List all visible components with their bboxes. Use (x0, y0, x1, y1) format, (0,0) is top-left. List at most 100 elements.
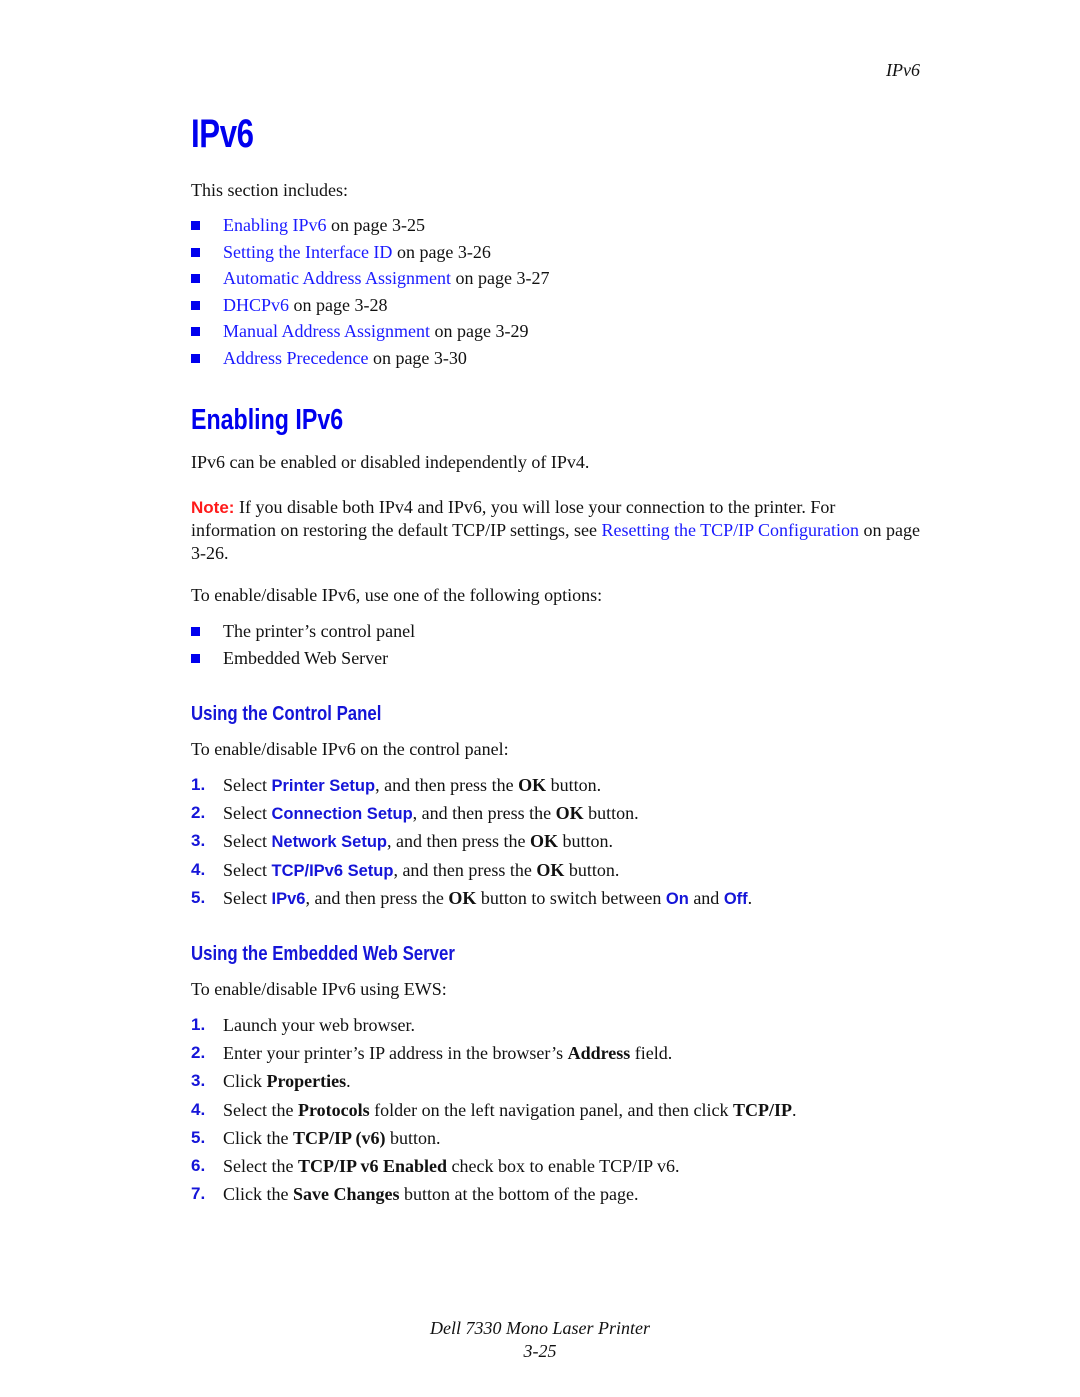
step-item: 5. Click the TCP/IP (v6) button. (191, 1124, 797, 1152)
step-item: 6. Select the TCP/IP v6 Enabled check box… (191, 1152, 797, 1180)
toc-page-ref: on page 3-26 (392, 241, 491, 262)
step-text: Select (223, 831, 272, 852)
step-text: Click the (223, 1127, 293, 1148)
step-text: , and then press the (387, 831, 530, 852)
step-text: . (346, 1071, 351, 1092)
toc-item: Manual Address Assignment on page 3-29 (191, 318, 549, 345)
step-text: button. (385, 1127, 441, 1148)
step-text: and (688, 887, 724, 908)
step-text: Select (223, 775, 272, 795)
step-text: Click the (223, 1184, 293, 1205)
toc-link-enabling-ipv6[interactable]: Enabling IPv6 (223, 215, 327, 235)
bullet-square-icon (191, 627, 200, 636)
footer-product-name: Dell 7330 Mono Laser Printer (430, 1318, 650, 1338)
toc-item: Automatic Address Assignment on page 3-2… (191, 265, 549, 292)
bold-term: TCP/IP (733, 1099, 793, 1120)
toc-page-ref: on page 3-29 (430, 321, 529, 341)
step-number: 7. (191, 1184, 206, 1204)
option-text: The printer’s control panel (223, 621, 416, 641)
step-text: button. (558, 831, 614, 852)
control-panel-steps: 1. Select Printer Setup, and then press t… (191, 771, 752, 912)
step-item: 3. Click Properties. (191, 1067, 797, 1095)
step-item: 5. Select IPv6, and then press the OK but… (191, 884, 752, 912)
step-text: Select (223, 859, 272, 880)
note-paragraph: Note: If you disable both IPv4 and IPv6,… (191, 496, 921, 565)
toc-item: Address Precedence on page 3-30 (191, 345, 549, 372)
step-text: Launch your web browser. (223, 1015, 415, 1035)
step-item: 1. Launch your web browser. (191, 1011, 797, 1039)
bold-term: OK (448, 887, 477, 908)
step-text: Select (223, 887, 272, 908)
step-number: 1. (191, 1015, 206, 1034)
step-text: , and then press the (375, 775, 519, 795)
step-number: 4. (191, 1099, 206, 1119)
subheading-control-panel: Using the Control Panel (191, 703, 382, 725)
toc-page-ref: on page 3-27 (451, 268, 550, 288)
step-number: 3. (191, 831, 206, 851)
toc-link-automatic-address[interactable]: Automatic Address Assignment (223, 268, 451, 288)
step-text: . (792, 1099, 797, 1120)
bullet-square-icon (191, 300, 200, 310)
bold-term: OK (555, 803, 584, 824)
options-intro: To enable/disable IPv6, use one of the f… (191, 585, 603, 605)
toc-list: Enabling IPv6 on page 3-25 Setting the I… (191, 212, 549, 371)
step-text: button. (546, 775, 602, 795)
toc-link-dhcpv6[interactable]: DHCPv6 (223, 295, 289, 315)
toc-item: Enabling IPv6 on page 3-25 (191, 212, 549, 239)
section-intro: This section includes: (191, 180, 348, 200)
note-label: Note: (191, 498, 235, 517)
ews-steps: 1. Launch your web browser. 2. Enter your … (191, 1011, 797, 1208)
option-item: Embedded Web Server (191, 645, 415, 672)
ui-menu-term: Connection Setup (271, 805, 413, 824)
subheading-embedded-web-server: Using the Embedded Web Server (191, 943, 455, 965)
bullet-square-icon (191, 653, 200, 663)
step-text: Select the (223, 1099, 298, 1120)
bold-term: Address (567, 1043, 631, 1064)
toc-item: DHCPv6 on page 3-28 (191, 292, 549, 319)
ui-menu-term: Network Setup (271, 833, 388, 852)
step-text: , and then press the (305, 887, 449, 908)
step-text: Select the (223, 1155, 298, 1176)
step-number: 5. (191, 887, 206, 907)
step-number: 3. (191, 1071, 206, 1091)
step-text: field. (630, 1043, 673, 1064)
toc-link-manual-address[interactable]: Manual Address Assignment (223, 321, 430, 341)
step-text: button. (564, 859, 620, 880)
ui-menu-term: IPv6 (271, 889, 306, 908)
bold-term: TCP/IP (v6) (293, 1127, 386, 1148)
ui-option-off: Off (723, 889, 748, 908)
step-text: Click (223, 1071, 267, 1092)
step-text: Select (223, 803, 272, 824)
step-number: 2. (191, 803, 206, 823)
step-text: , and then press the (412, 803, 556, 824)
step-number: 4. (191, 859, 206, 879)
step-item: 4. Select the Protocols folder on the lef… (191, 1096, 797, 1124)
step-item: 1. Select Printer Setup, and then press t… (191, 771, 752, 799)
link-resetting-tcpip[interactable]: Resetting the TCP/IP Configuration (601, 520, 859, 540)
step-number: 5. (191, 1127, 206, 1147)
step-number: 1. (191, 775, 206, 794)
toc-page-ref: on page 3-30 (368, 347, 467, 368)
step-text: button to switch between (476, 887, 666, 908)
running-header-title: IPv6 (886, 60, 920, 80)
step-text: . (747, 887, 753, 908)
step-item: 2. Enter your printer’s IP address in the… (191, 1039, 797, 1067)
bold-term: OK (536, 859, 565, 880)
bold-term: Protocols (297, 1099, 370, 1120)
step-number: 2. (191, 1043, 206, 1063)
toc-item: Setting the Interface ID on page 3-26 (191, 239, 549, 266)
toc-link-interface-id[interactable]: Setting the Interface ID (223, 242, 392, 262)
toc-link-address-precedence[interactable]: Address Precedence (223, 348, 368, 368)
step-item: 7. Click the Save Changes button at the b… (191, 1180, 797, 1208)
ews-intro: To enable/disable IPv6 using EWS: (191, 979, 447, 999)
options-list: The printer’s control panel Embedded Web… (191, 618, 415, 671)
footer-page-number: 3-25 (523, 1341, 557, 1361)
step-text: , and then press the (393, 859, 537, 880)
ui-option-on: On (665, 889, 689, 908)
step-text: folder on the left navigation panel, and… (369, 1099, 734, 1120)
bullet-square-icon (191, 327, 200, 336)
bullet-square-icon (191, 353, 200, 363)
toc-page-ref: on page 3-25 (326, 215, 425, 235)
step-text: Enter your printer’s IP address in the b… (223, 1043, 568, 1064)
step-text: check box to enable TCP/IP v6. (447, 1155, 680, 1176)
